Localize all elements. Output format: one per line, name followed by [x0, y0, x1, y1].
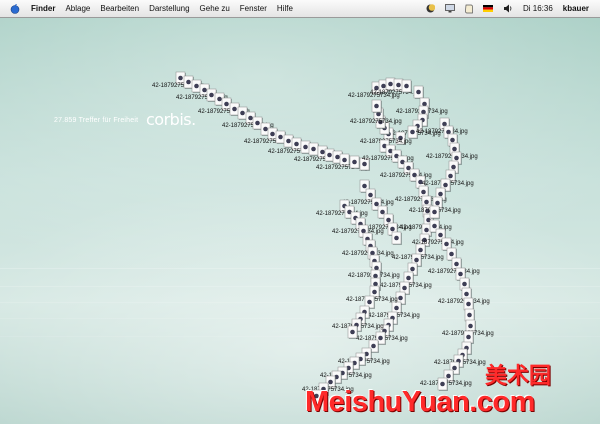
file-label: 42-1879275734.jpg [332, 229, 384, 235]
file-label: 42-1879275734.jpg [350, 119, 402, 125]
file-icon[interactable] [308, 142, 319, 156]
watermark: MeishuYuan.com [305, 386, 535, 418]
file-label: 42-1879275734.jpg [412, 240, 464, 246]
screen: Finder Ablage Bearbeiten Darstellung Geh… [0, 0, 600, 424]
file-label: 42-1879275734.jpg [428, 269, 480, 275]
file-icon[interactable] [413, 85, 424, 99]
file-icon[interactable] [347, 325, 358, 339]
file-icon[interactable] [401, 79, 412, 93]
file-icon[interactable] [391, 231, 402, 245]
file-label: 42-1879275734.jpg [416, 129, 468, 135]
file-icon[interactable] [371, 99, 382, 113]
file-icon[interactable] [349, 155, 360, 169]
file-icon[interactable] [429, 205, 440, 219]
